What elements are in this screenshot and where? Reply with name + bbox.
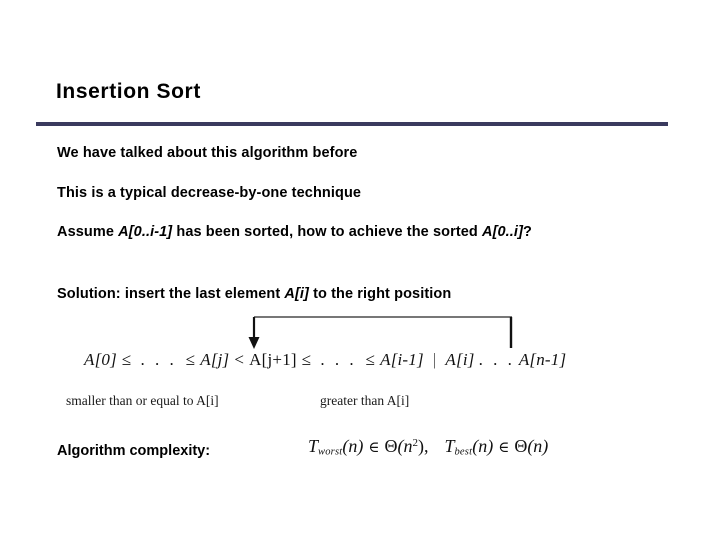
- chain-symbol-leq-1: ≤: [121, 350, 132, 369]
- chain-ellipsis-2: . . .: [320, 350, 357, 369]
- worst-sub: worst: [318, 446, 343, 458]
- worst-member-symbol: ∈: [368, 440, 380, 456]
- best-arg: (n): [472, 436, 494, 456]
- chain-term-aj: A[j]: [200, 350, 230, 369]
- bullet-item-3: Assume A[0..i-1] has been sorted, how to…: [57, 222, 647, 242]
- bullet-item-1: We have talked about this algorithm befo…: [57, 145, 358, 161]
- chain-term-ai: A[i]: [445, 350, 475, 369]
- inequality-chain-row: A[0] ≤. . . ≤ A[j] < A[j+1] ≤. . . ≤ A[i-1] | A[i]…: [84, 350, 566, 370]
- worst-fn: T: [308, 436, 319, 456]
- worst-arg: (n): [342, 436, 364, 456]
- best-fn: T: [444, 436, 455, 456]
- chain-term-a0: A[0]: [84, 350, 117, 369]
- complexity-label: Algorithm complexity:: [57, 443, 211, 459]
- chain-symbol-leq-2: ≤: [185, 350, 196, 369]
- bullet-3-code-b: A[0..i]: [482, 224, 523, 240]
- slide-canvas: Insertion Sort We have talked about this…: [0, 0, 720, 540]
- title-divider: [36, 122, 668, 126]
- chain-note-left: smaller than or equal to A[i]: [66, 393, 219, 408]
- chain-term-an-minus-1: A[n-1]: [518, 350, 567, 369]
- bullet-3-code-a: A[0..i-1]: [118, 224, 173, 240]
- bullet-3-mid: has been sorted, how to achieve the sort…: [172, 224, 483, 240]
- bullet-3-post: ?: [523, 224, 532, 240]
- bullet-item-2: This is a typical decrease-by-one techni…: [57, 185, 362, 201]
- bullet-4-code-a: A[i]: [284, 286, 309, 302]
- chain-symbol-leq-3: ≤: [301, 350, 312, 369]
- worst-close: ),: [417, 436, 429, 456]
- chain-term-aj1: A[j+1]: [249, 350, 297, 369]
- worst-bound: (n: [397, 436, 413, 456]
- bullet-3-pre: Assume: [57, 224, 119, 240]
- chain-term-ai-minus-1: A[i-1]: [380, 350, 424, 369]
- inequality-chain-figure: A[0] ≤. . . ≤ A[j] < A[j+1] ≤. . . ≤ A[i-1] | A[i]…: [0, 310, 720, 410]
- complexity-formula: Tworst(n) ∈ Θ(n2), Tbest(n) ∈ Θ(n): [308, 436, 548, 458]
- chain-note-right: greater than A[i]: [320, 393, 410, 408]
- best-theta-symbol: Θ: [514, 436, 528, 456]
- chain-ellipsis-1: . . .: [140, 350, 177, 369]
- chain-ellipsis-3: . . .: [478, 350, 515, 369]
- bullet-4-pre: Solution: insert the last element: [57, 286, 285, 302]
- bullet-4-post: to the right position: [308, 286, 452, 302]
- best-bound: (n): [527, 436, 549, 456]
- chain-separator-pipe: |: [432, 350, 437, 369]
- worst-theta-symbol: Θ: [384, 436, 398, 456]
- chain-symbol-leq-4: ≤: [365, 350, 376, 369]
- page-title: Insertion Sort: [56, 80, 201, 103]
- chain-symbol-lt: <: [234, 350, 245, 369]
- best-member-symbol: ∈: [498, 440, 510, 456]
- bullet-item-4: Solution: insert the last element A[i] t…: [57, 284, 451, 304]
- best-sub: best: [454, 446, 473, 458]
